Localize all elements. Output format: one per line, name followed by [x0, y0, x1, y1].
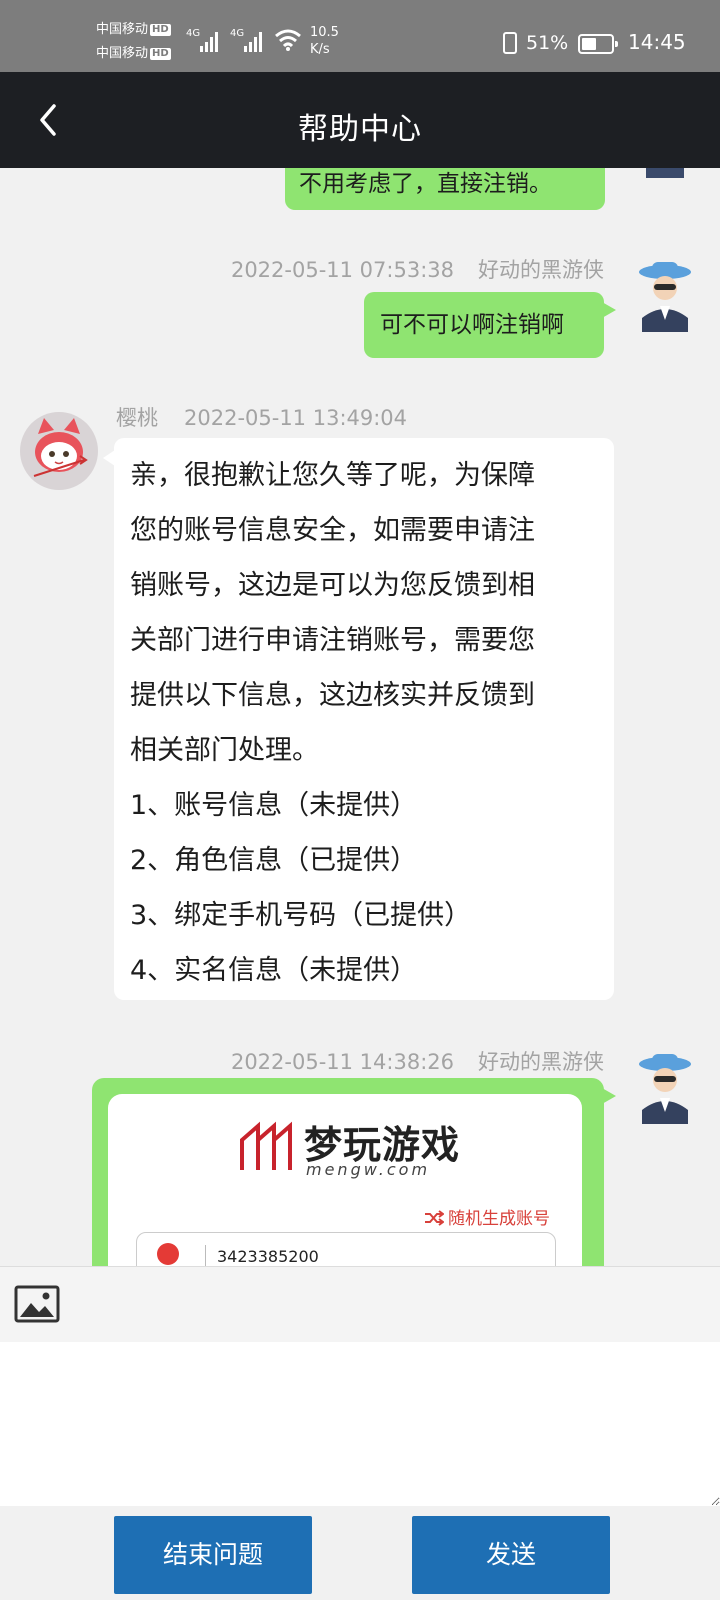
status-bar: 中国移动 HD 中国移动 HD 4G 4G 10.5 K/s 51% 14:45	[0, 0, 720, 72]
composer-toolbar	[0, 1266, 720, 1342]
network-type-2: 4G	[230, 28, 245, 39]
image-message[interactable]: 梦玩游戏 mengw.com 随机生成账号 3423385200	[92, 1078, 616, 1266]
wifi-icon	[275, 29, 301, 51]
message-input[interactable]	[0, 1342, 720, 1506]
app-header: 帮助中心	[0, 72, 720, 168]
battery-percentage: 51%	[526, 32, 569, 54]
agent-avatar	[20, 412, 98, 490]
page-title: 帮助中心	[298, 112, 422, 147]
account-icon	[157, 1243, 179, 1265]
message-meta: 2022-05-11 07:53:38 好动的黑游侠	[230, 258, 604, 282]
message-line: 您的账号信息安全，如需要申请注	[130, 515, 535, 546]
account-field: 3423385200	[136, 1232, 556, 1266]
send-button[interactable]: 发送	[412, 1516, 610, 1594]
brand-logo-icon	[240, 1121, 292, 1170]
message-meta: 樱桃 2022-05-11 13:49:04	[116, 406, 408, 430]
account-value: 3423385200	[217, 1247, 319, 1266]
carrier-2: 中国移动 HD	[96, 46, 171, 61]
message-line: 相关部门处理。	[130, 735, 319, 766]
brand-domain: mengw.com	[306, 1160, 431, 1179]
message-line: 亲，很抱歉让您久等了呢，为保障	[130, 460, 535, 491]
shuffle-icon	[425, 1210, 444, 1226]
message-bubble: 亲，很抱歉让您久等了呢，为保障 您的账号信息安全，如需要申请注 销账号，这边是可…	[103, 438, 614, 1000]
message-line: 3、绑定手机号码（已提供）	[130, 900, 472, 931]
network-speed: 10.5 K/s	[310, 25, 339, 57]
message-line: 关部门进行申请注销账号，需要您	[130, 625, 535, 656]
image-icon[interactable]	[14, 1285, 60, 1323]
battery-icon	[578, 34, 618, 54]
action-bar: 结束问题 发送	[0, 1506, 720, 1600]
user-avatar	[639, 1054, 691, 1124]
message-line: 1、账号信息（未提供）	[130, 790, 418, 821]
image-preview[interactable]: 梦玩游戏 mengw.com 随机生成账号 3423385200	[108, 1094, 582, 1266]
carrier-1: 中国移动 HD	[96, 22, 171, 37]
vibrate-icon	[503, 32, 517, 54]
message-meta: 2022-05-11 14:38:26 好动的黑游侠	[230, 1050, 604, 1074]
network-type-1: 4G	[186, 28, 201, 39]
message-line: 提供以下信息，这边核实并反馈到	[130, 680, 535, 711]
message-line: 2、角色信息（已提供）	[130, 845, 418, 876]
end-question-button[interactable]: 结束问题	[114, 1516, 312, 1594]
clock: 14:45	[628, 30, 686, 54]
random-account-link: 随机生成账号	[424, 1204, 550, 1229]
message-line: 销账号，这边是可以为您反馈到相	[130, 570, 535, 601]
signal-icon-1	[200, 30, 222, 52]
message-bubble: 不用考虑了，直接注销。	[285, 168, 605, 210]
user-avatar	[646, 168, 684, 178]
chat-thread[interactable]: 不用考虑了，直接注销。 2022-05-11 07:53:38 好动的黑游侠 可不…	[0, 168, 720, 1266]
message-bubble: 可不可以啊注销啊	[364, 292, 616, 358]
user-avatar	[639, 262, 691, 332]
message-line: 4、实名信息（未提供）	[130, 955, 418, 986]
signal-icon-2	[244, 30, 266, 52]
